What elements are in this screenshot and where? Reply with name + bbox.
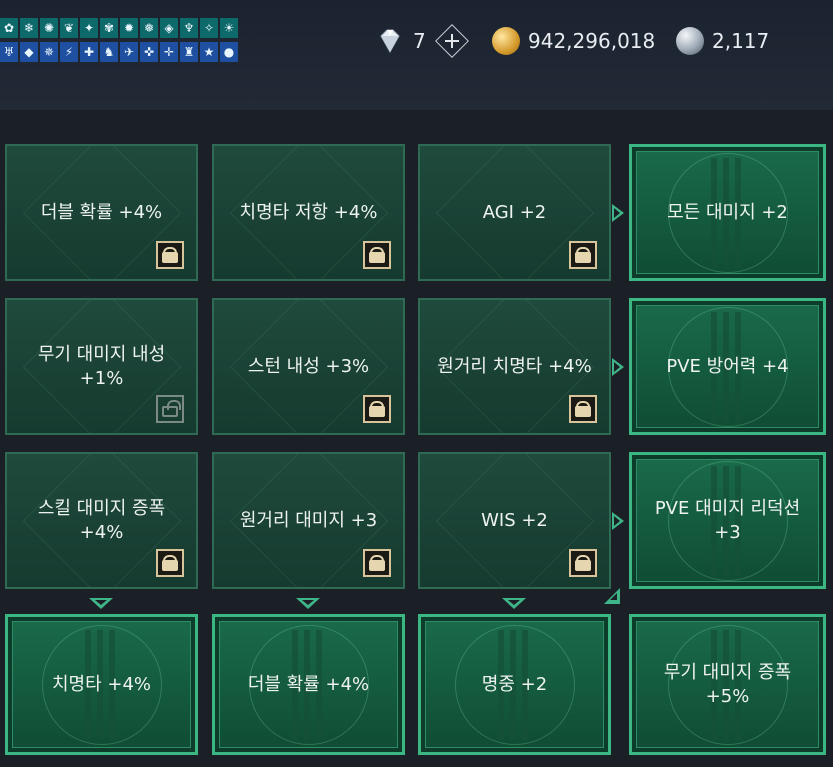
skill-node[interactable]: 스턴 내성 +3% [212, 298, 405, 435]
lock-icon [569, 241, 597, 269]
frost-icon: ❅ [140, 18, 158, 38]
skill-node[interactable]: 더블 확률 +4% [212, 614, 405, 755]
skill-node-label: 무기 대미지 증폭 +5% [663, 661, 792, 707]
skill-node[interactable]: 스킬 대미지 증폭 +4% [5, 452, 198, 589]
gear-icon: ✹ [120, 18, 138, 38]
snowflake-icon: ❄ [20, 18, 38, 38]
leaf-icon: ✿ [0, 18, 18, 38]
skill-node[interactable]: AGI +2 [418, 144, 611, 281]
connector-arrow-down [89, 598, 113, 609]
gold-currency: 942,296,018 [492, 24, 655, 58]
connector-arrow-right [612, 358, 624, 376]
vine-icon: ✾ [100, 18, 118, 38]
lock-icon [156, 549, 184, 577]
skill-node[interactable]: 모든 대미지 +2 [629, 144, 826, 281]
add-diamond-button[interactable] [434, 24, 469, 58]
skill-node-label: 무기 대미지 내성 +1% [37, 343, 166, 389]
claw-icon: ✦ [80, 18, 98, 38]
skill-node[interactable]: PVE 방어력 +4 [629, 298, 826, 435]
skill-node[interactable]: 무기 대미지 내성 +1% [5, 298, 198, 435]
skill-node[interactable]: 명중 +2 [418, 614, 611, 755]
skill-node-label: 원거리 치명타 +4% [437, 355, 592, 377]
skill-node-label: 더블 확률 +4% [40, 201, 163, 223]
skill-node-label: WIS +2 [481, 509, 548, 531]
silver-currency: 2,117 [676, 24, 769, 58]
lock-icon [363, 549, 391, 577]
lock-icon [156, 241, 184, 269]
lock-icon [363, 395, 391, 423]
skill-node[interactable]: 무기 대미지 증폭 +5% [629, 614, 826, 755]
lock-icon [569, 395, 597, 423]
skill-node[interactable]: PVE 대미지 리덕션 +3 [629, 452, 826, 589]
boot-icon: ♜ [180, 42, 198, 62]
connector-arrow-right [612, 204, 624, 222]
skill-node-label: AGI +2 [482, 201, 547, 223]
skill-node-label: 스턴 내성 +3% [247, 355, 370, 377]
gold-amount: 942,296,018 [528, 29, 656, 53]
connector-arrow-down [296, 598, 320, 609]
shield-icon: ◈ [160, 18, 178, 38]
drop-icon: ◆ [20, 42, 38, 62]
skill-node[interactable]: 원거리 대미지 +3 [212, 452, 405, 589]
flame-icon: ❦ [60, 18, 78, 38]
lock-icon [363, 241, 391, 269]
diamond-currency: 7 [375, 24, 469, 58]
connector-arrow-diagonal [604, 588, 620, 604]
silver-amount: 2,117 [712, 29, 770, 53]
skill-node[interactable]: 원거리 치명타 +4% [418, 298, 611, 435]
skill-tree-grid: 더블 확률 +4% 치명타 저항 +4% AGI +2 모든 대미지 +2 무기 대미지… [0, 110, 833, 767]
skill-node-label: PVE 대미지 리덕션 +3 [654, 497, 801, 543]
bolt-icon: ⚡ [60, 42, 78, 62]
skill-node-label: 더블 확률 +4% [247, 673, 370, 695]
connector-arrow-down [502, 598, 526, 609]
top-bar: ✿ ❄ ✺ ❦ ✦ ✾ ✹ ❅ ◈ ♆ ✧ ☀ ♅ ◆ ✵ ⚡ ✚ ♞ ✈ ✜ ✛ ♜ ★ ● 7 942,296,018 2… [0, 0, 833, 110]
sun-icon: ☀ [220, 18, 238, 38]
skill-node-label: 명중 +2 [481, 673, 548, 695]
wing-icon: ♅ [0, 42, 18, 62]
skill-node-label: 모든 대미지 +2 [667, 201, 788, 223]
horn-icon: ♆ [180, 18, 198, 38]
gold-coin-icon [492, 27, 520, 55]
skill-node[interactable]: 치명타 +4% [5, 614, 198, 755]
orb-icon: ● [220, 42, 238, 62]
connector-arrow-right [612, 512, 624, 530]
spiral-icon: ✵ [40, 42, 58, 62]
lock-icon [569, 549, 597, 577]
diamond-icon [380, 29, 400, 54]
skill-node-label: 치명타 +4% [51, 673, 152, 695]
silver-orb-icon [676, 27, 704, 55]
diamond-count: 7 [413, 29, 426, 53]
skill-node-label: 스킬 대미지 증폭 +4% [37, 497, 166, 543]
skill-node-label: 원거리 대미지 +3 [239, 509, 378, 531]
skill-node[interactable]: WIS +2 [418, 452, 611, 589]
cross-icon: ✜ [140, 42, 158, 62]
skill-node-label: 치명타 저항 +4% [239, 201, 378, 223]
sword-icon: ✚ [80, 42, 98, 62]
swirl-icon: ✺ [40, 18, 58, 38]
feather-icon: ✧ [200, 18, 218, 38]
wolf-icon: ♞ [100, 42, 118, 62]
unlock-icon [156, 395, 184, 423]
plus-icon: ✛ [160, 42, 178, 62]
skill-node[interactable]: 치명타 저항 +4% [212, 144, 405, 281]
buff-icon-strip: ✿ ❄ ✺ ❦ ✦ ✾ ✹ ❅ ◈ ♆ ✧ ☀ ♅ ◆ ✵ ⚡ ✚ ♞ ✈ ✜ ✛ ♜ ★ ● [0, 18, 240, 64]
bird-icon: ✈ [120, 42, 138, 62]
skill-node-label: PVE 방어력 +4 [666, 355, 789, 377]
skill-node[interactable]: 더블 확률 +4% [5, 144, 198, 281]
star-icon: ★ [200, 42, 218, 62]
